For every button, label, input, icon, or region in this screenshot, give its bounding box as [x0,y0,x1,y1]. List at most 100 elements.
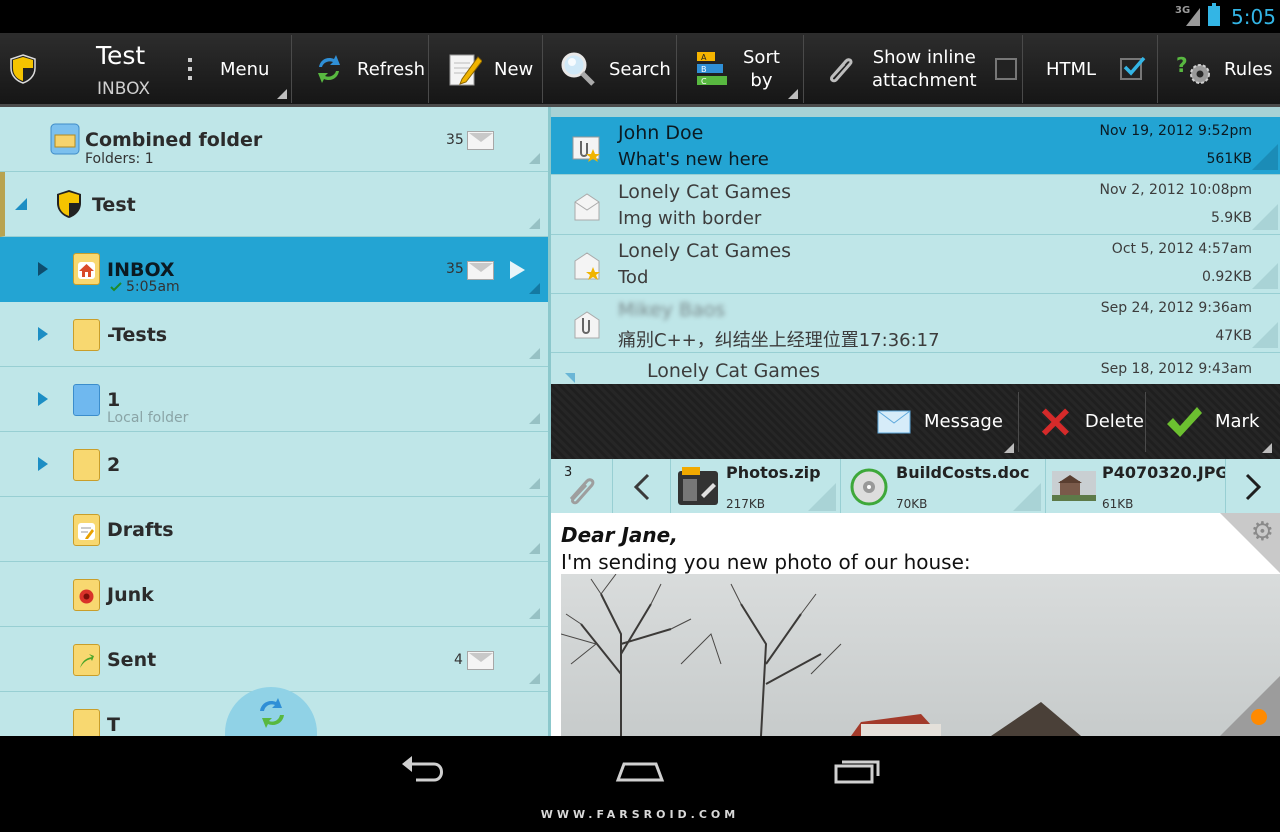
message-read-star-icon [574,252,600,280]
sort-button[interactable]: A B C Sort by [695,33,801,105]
rules-button[interactable]: ? Rules [1176,33,1276,105]
message-size: 0.92KB [1202,269,1252,285]
battery-icon [1208,3,1220,26]
back-icon[interactable] [394,750,454,790]
signal-icon [1186,8,1200,26]
folder-row-tests[interactable]: -Tests [0,302,548,367]
svg-text:?: ? [1176,53,1188,77]
account-title: Test [96,41,146,70]
mark-corner [1262,443,1272,453]
expand-arrow-icon[interactable] [38,457,48,471]
folder-name: INBOX [107,259,175,281]
open-folder-arrow-icon[interactable] [510,261,525,279]
row-corner [1252,322,1278,348]
folder-name: Junk [107,584,154,606]
new-button[interactable]: New [448,33,542,105]
app-shield-icon[interactable] [10,54,36,84]
menu-label: Menu [220,58,270,80]
message-size: 47KB [1215,328,1252,344]
svg-text:C: C [701,77,707,86]
message-row[interactable]: John Doe What's new here Nov 19, 2012 9:… [551,117,1280,175]
message-row[interactable]: Lonely Cat Games Img with border Nov 2, … [551,176,1280,235]
collapse-arrow-icon[interactable] [15,198,27,210]
message-corner [1004,443,1014,453]
folder-row-1[interactable]: 1 Local folder [0,367,548,432]
mark-check-icon [1167,406,1202,437]
attachment-name: P4070320.JPG [1102,463,1226,482]
checkmark-icon [1123,56,1146,76]
body-line: I'm sending you new photo of our house: [561,550,971,574]
delete-button[interactable]: Delete [1038,384,1144,459]
search-label: Search [609,58,671,80]
document-disc-icon [850,468,888,506]
combined-folder-icon [50,123,80,155]
message-row[interactable]: Lonely Cat Games Sep 18, 2012 9:43am [551,353,1280,384]
envelope-icon [467,131,494,150]
folder-row-2[interactable]: 2 [0,432,548,497]
folder-row-sent[interactable]: Sent 4 [0,627,548,692]
separator [1022,35,1023,103]
separator [542,35,543,103]
separator [1018,392,1019,452]
message-row[interactable]: Lonely Cat Games Tod Oct 5, 2012 4:57am … [551,235,1280,294]
attachment-item[interactable]: P4070320.JPG 61KB [1046,459,1226,513]
message-row[interactable]: Mikey Baos 痛别C++，纠结坐上经理位置17:36:17 Sep 24… [551,294,1280,353]
html-checkbox[interactable] [1120,56,1146,80]
separator [1145,392,1146,452]
folder-row-combined[interactable]: Combined folder Folders: 1 35 [0,107,548,172]
expand-arrow-icon[interactable] [38,392,48,406]
search-icon [561,52,595,86]
folder-row-account-test[interactable]: Test [0,172,548,237]
message-date: Sep 18, 2012 9:43am [1100,361,1252,377]
attachment-item[interactable]: Photos.zip 217KB [671,459,841,513]
paperclip-icon [569,478,595,505]
gear-icon[interactable]: ⚙ [1251,517,1274,547]
show-inline-attachment-toggle[interactable]: Show inline attachment [824,33,1020,105]
search-button[interactable]: Search [560,33,676,105]
attachment-item[interactable]: BuildCosts.doc 70KB [841,459,1046,513]
row-corner [529,413,540,424]
row-corner [1252,144,1278,170]
message-date: Nov 19, 2012 9:52pm [1099,123,1252,139]
attachments-next-button[interactable] [1226,459,1280,513]
folder-icon [73,319,100,351]
message-subject: Tod [618,267,649,288]
menu-button[interactable]: Menu [180,33,290,105]
message-date: Oct 5, 2012 4:57am [1111,241,1252,257]
folder-row-junk[interactable]: Junk [0,562,548,627]
inline-label-line2: attachment [872,70,977,91]
recent-apps-icon[interactable] [828,750,888,790]
message-from: Mikey Baos [618,299,726,321]
envelope-icon [877,410,911,433]
expand-arrow-icon[interactable] [38,327,48,341]
flag-corner[interactable] [1220,676,1280,736]
mark-button[interactable]: Mark [1165,384,1275,459]
expand-arrow-icon[interactable] [38,262,48,276]
attachments-prev-button[interactable] [613,459,671,513]
sent-icon [73,644,100,676]
mark-label: Mark [1215,411,1260,432]
local-folder-icon [73,384,100,416]
html-toggle[interactable]: HTML [1046,33,1156,105]
inline-checkbox[interactable] [994,58,1017,80]
message-menu-button[interactable]: Message [877,384,1017,459]
attachments-bar: 3 Photos.zip 217KB BuildCosts.doc 70KB P… [551,459,1280,513]
junk-icon [73,579,100,611]
shield-icon [57,190,81,218]
row-corner [529,673,540,684]
row-corner [529,478,540,489]
refresh-button[interactable]: Refresh [313,33,427,105]
message-size: 5.9KB [1210,210,1252,226]
paperclip-icon [830,58,853,83]
folder-row-drafts[interactable]: Drafts [0,497,548,562]
row-corner [529,218,540,229]
delete-label: Delete [1084,411,1144,432]
list-top-strip [551,107,1280,117]
home-icon[interactable] [610,750,670,790]
attachment-name: Photos.zip [726,463,821,482]
sort-label-line1: Sort [743,47,780,68]
folder-name: Test [92,194,136,216]
folder-row-inbox[interactable]: INBOX 5:05am 35 [0,237,548,302]
thread-arrow-icon[interactable] [565,373,575,383]
message-body[interactable]: Dear Jane, I'm sending you new photo of … [551,513,1280,736]
